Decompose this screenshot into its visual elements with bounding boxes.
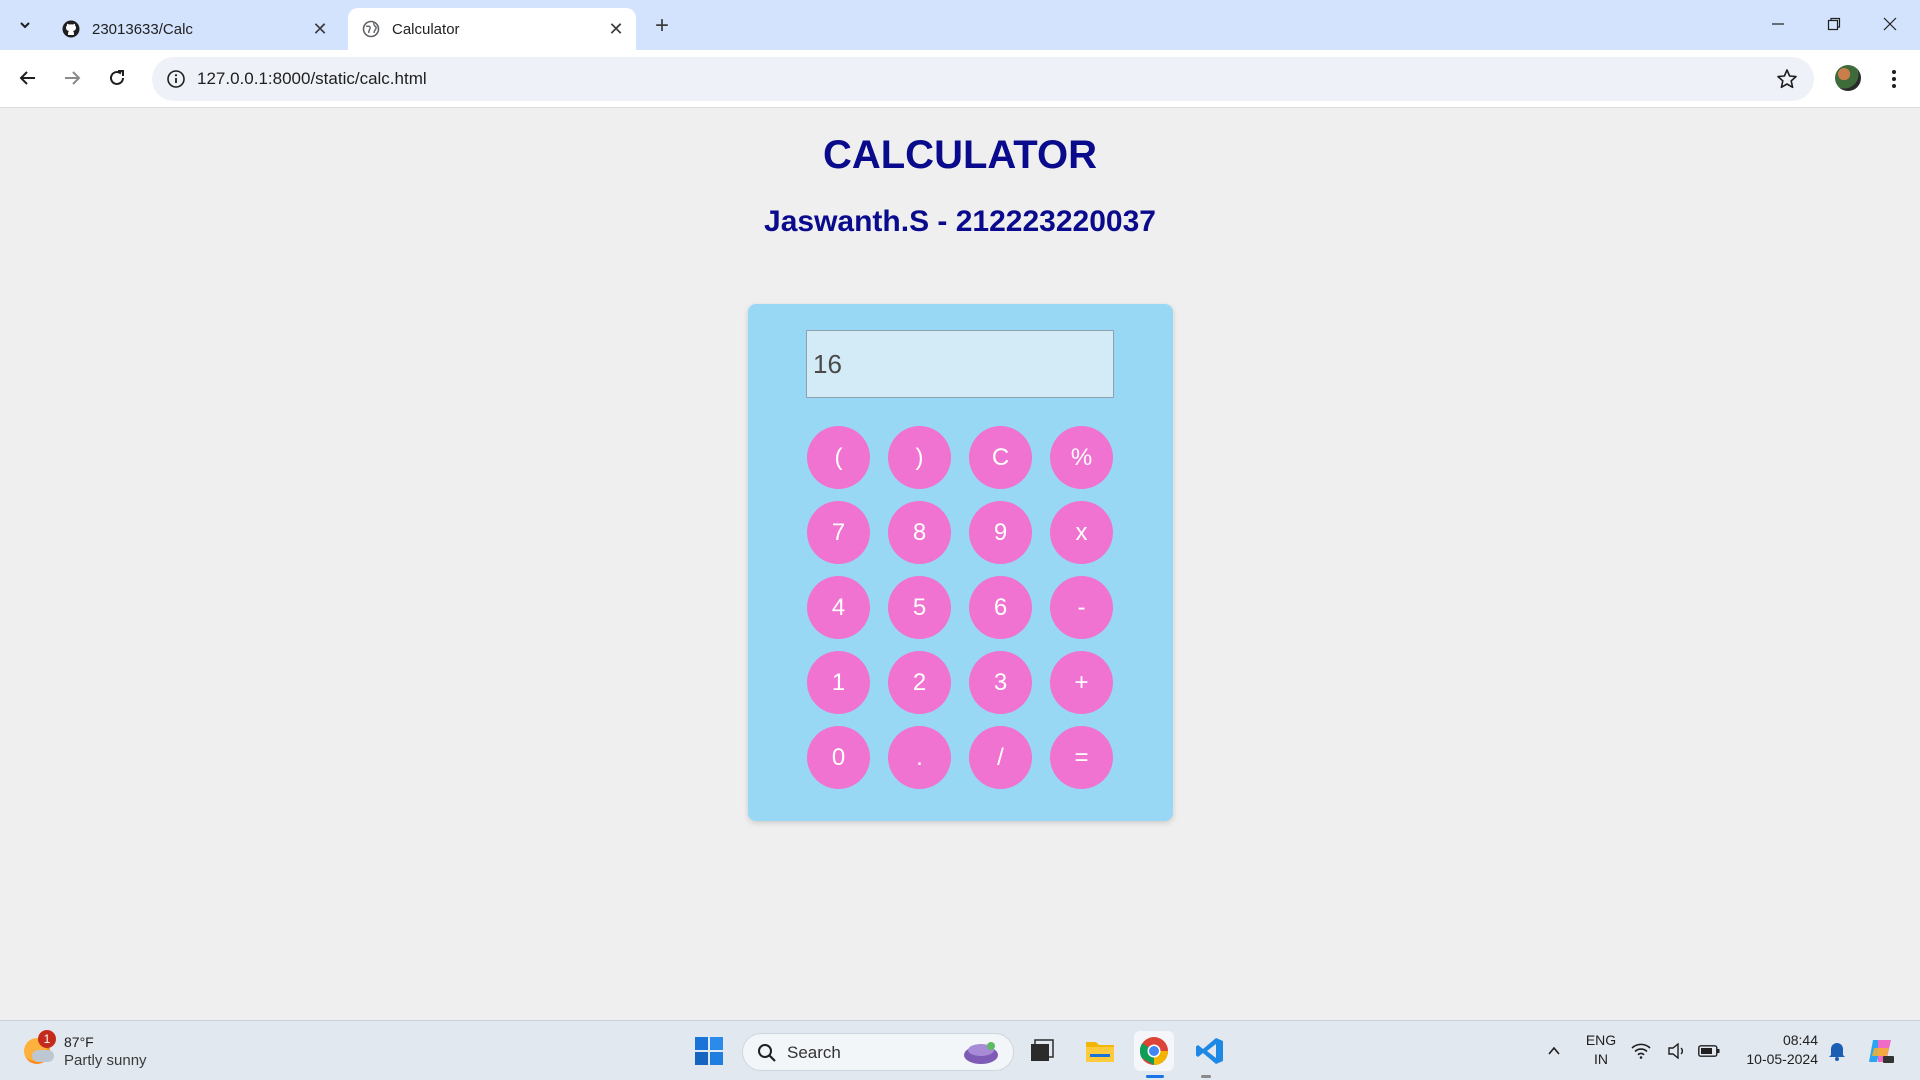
key-7[interactable]: 7 <box>807 501 870 564</box>
calculator-keypad: ( ) C % 7 8 9 x 4 5 6 - 1 2 3 + 0 . / = <box>807 426 1113 789</box>
search-highlight-icon <box>964 1042 998 1064</box>
browser-toolbar: 127.0.0.1:8000/static/calc.html <box>0 50 1920 108</box>
wifi-status[interactable] <box>1628 1031 1654 1071</box>
github-icon <box>62 20 80 38</box>
site-info-icon[interactable] <box>166 69 186 89</box>
key-close-paren[interactable]: ) <box>888 426 951 489</box>
search-icon <box>758 1044 776 1062</box>
running-app-indicator <box>1201 1075 1211 1078</box>
tab-calculator[interactable]: Calculator ✕ <box>348 8 636 50</box>
close-tab-icon[interactable]: ✕ <box>604 17 628 41</box>
chrome-icon <box>1139 1037 1168 1065</box>
bookmark-star-icon[interactable] <box>1776 68 1798 90</box>
key-8[interactable]: 8 <box>888 501 951 564</box>
weather-condition: Partly sunny <box>64 1052 147 1069</box>
vscode-taskbar-button[interactable] <box>1190 1031 1230 1071</box>
key-1[interactable]: 1 <box>807 651 870 714</box>
key-9[interactable]: 9 <box>969 501 1032 564</box>
weather-temperature: 87°F <box>64 1034 94 1050</box>
url-text[interactable]: 127.0.0.1:8000/static/calc.html <box>197 69 427 89</box>
folder-icon <box>1086 1042 1114 1062</box>
arrow-left-icon <box>19 71 35 85</box>
task-view-icon <box>1031 1039 1054 1061</box>
reload-icon <box>110 70 124 85</box>
file-explorer-button[interactable] <box>1080 1031 1120 1071</box>
key-decimal[interactable]: . <box>888 726 951 789</box>
tab-github[interactable]: 23013633/Calc ✕ <box>48 8 340 50</box>
arrow-right-icon <box>65 71 81 85</box>
clock-time[interactable]: 08:44 <box>1720 1032 1818 1048</box>
calculator-panel: 16 ( ) C % 7 8 9 x 4 5 6 - 1 2 3 + 0 . /… <box>748 304 1173 821</box>
key-5[interactable]: 5 <box>888 576 951 639</box>
weather-widget[interactable]: 1 87°F Partly sunny <box>22 1030 182 1072</box>
language-indicator[interactable]: ENG <box>1583 1032 1619 1048</box>
tab-title: Calculator <box>392 20 460 38</box>
calculator-display[interactable]: 16 <box>806 330 1114 398</box>
active-app-indicator <box>1146 1075 1164 1078</box>
key-minus[interactable]: - <box>1050 576 1113 639</box>
tab-strip: 23013633/Calc ✕ Calculator ✕ + <box>0 0 1920 50</box>
key-plus[interactable]: + <box>1050 651 1113 714</box>
battery-icon <box>1698 1045 1720 1057</box>
key-4[interactable]: 4 <box>807 576 870 639</box>
notification-center-button[interactable] <box>1824 1031 1850 1071</box>
windows-logo-icon <box>695 1037 723 1065</box>
task-view-button[interactable] <box>1022 1031 1062 1071</box>
page-title: CALCULATOR <box>822 133 1098 177</box>
wifi-icon <box>1631 1043 1651 1059</box>
web-page: CALCULATOR Jaswanth.S - 212223220037 16 … <box>0 109 1920 1020</box>
key-equals[interactable]: = <box>1050 726 1113 789</box>
volume-status[interactable] <box>1664 1031 1690 1071</box>
close-tab-icon[interactable]: ✕ <box>308 17 332 41</box>
copilot-button[interactable] <box>1860 1031 1900 1071</box>
weather-cloud-icon <box>32 1050 54 1062</box>
key-0[interactable]: 0 <box>807 726 870 789</box>
browser-menu-button[interactable] <box>1880 64 1908 94</box>
key-3[interactable]: 3 <box>969 651 1032 714</box>
tab-search-button[interactable] <box>8 9 42 41</box>
close-window-button[interactable] <box>1862 0 1918 48</box>
chrome-taskbar-button[interactable] <box>1134 1031 1174 1071</box>
copilot-icon <box>1869 1040 1894 1063</box>
profile-avatar[interactable] <box>1835 65 1861 91</box>
key-clear[interactable]: C <box>969 426 1032 489</box>
windows-taskbar: 1 87°F Partly sunny Search ENG IN 08:44 … <box>0 1020 1920 1080</box>
restore-button[interactable] <box>1806 0 1862 48</box>
restore-icon <box>1827 17 1841 31</box>
globe-icon <box>362 20 380 38</box>
page-subtitle: Jaswanth.S - 212223220037 <box>764 205 1156 238</box>
taskbar-search[interactable]: Search <box>742 1033 1014 1071</box>
minimize-icon <box>1772 23 1784 25</box>
key-percent[interactable]: % <box>1050 426 1113 489</box>
key-6[interactable]: 6 <box>969 576 1032 639</box>
minimize-button[interactable] <box>1750 0 1806 48</box>
key-open-paren[interactable]: ( <box>807 426 870 489</box>
reload-button[interactable] <box>101 62 133 94</box>
show-hidden-icons-button[interactable] <box>1534 1031 1574 1071</box>
vscode-icon <box>1196 1038 1223 1064</box>
bell-icon <box>1829 1043 1845 1061</box>
chevron-up-icon <box>1548 1046 1560 1055</box>
chevron-down-icon <box>20 22 30 29</box>
key-divide[interactable]: / <box>969 726 1032 789</box>
notification-badge: 1 <box>38 1030 56 1048</box>
more-vertical-icon <box>1892 70 1896 88</box>
new-tab-button[interactable]: + <box>648 12 676 40</box>
speaker-icon <box>1668 1043 1683 1059</box>
forward-button[interactable] <box>56 62 88 94</box>
close-icon <box>1883 17 1897 31</box>
clock-date[interactable]: 10-05-2024 <box>1720 1051 1818 1067</box>
address-bar[interactable]: 127.0.0.1:8000/static/calc.html <box>152 57 1814 101</box>
search-placeholder: Search <box>787 1043 841 1062</box>
region-indicator[interactable]: IN <box>1583 1051 1619 1067</box>
tab-title: 23013633/Calc <box>92 20 193 38</box>
key-2[interactable]: 2 <box>888 651 951 714</box>
key-multiply[interactable]: x <box>1050 501 1113 564</box>
back-button[interactable] <box>12 62 44 94</box>
start-button[interactable] <box>689 1031 729 1071</box>
